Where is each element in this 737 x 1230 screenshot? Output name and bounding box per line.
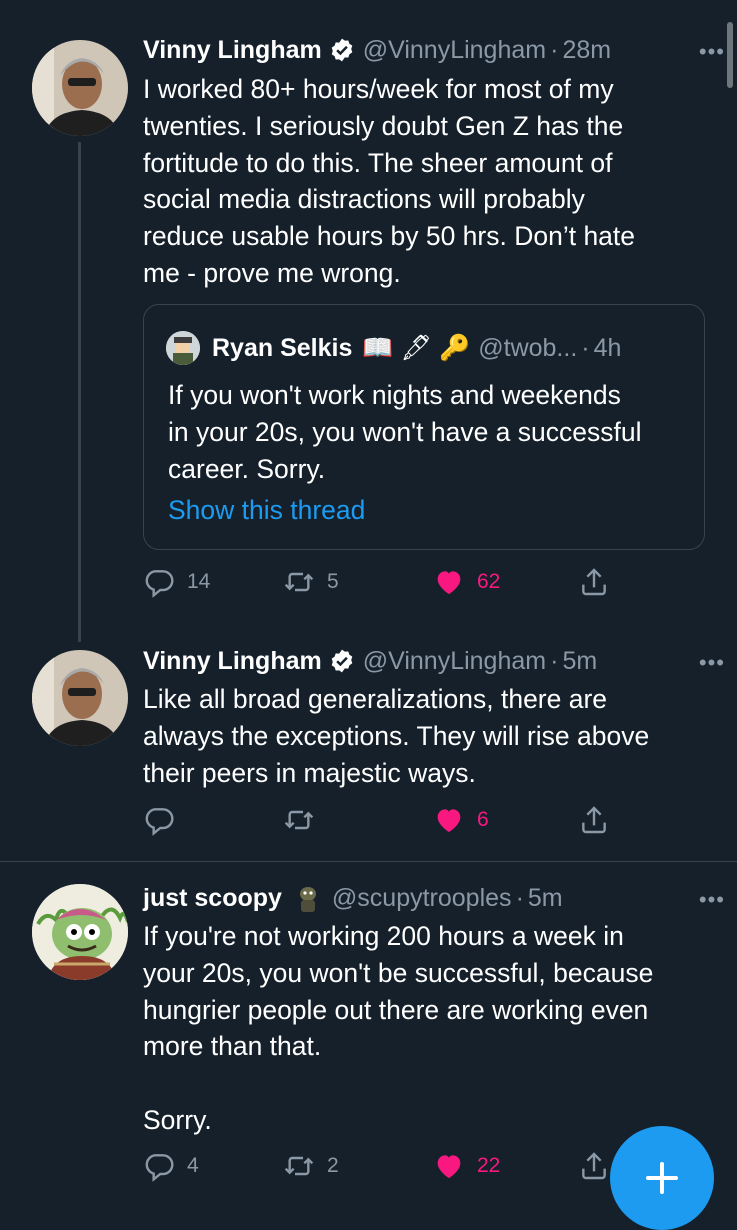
avatar[interactable] — [32, 650, 128, 746]
author-name[interactable]: Vinny Lingham — [143, 36, 322, 65]
tweet-header: Vinny Lingham @VinnyLingham · 5m ••• — [143, 644, 725, 678]
author-name[interactable]: just scoopy — [143, 884, 282, 913]
separator: · — [550, 35, 559, 64]
show-thread-link[interactable]: Show this thread — [168, 495, 365, 526]
verified-badge-icon — [329, 37, 355, 63]
reply-button[interactable] — [143, 800, 187, 840]
author-handle[interactable]: @VinnyLingham — [363, 36, 546, 65]
retweet-icon — [284, 810, 314, 830]
retweet-icon — [284, 1156, 314, 1176]
compose-button[interactable] — [610, 1126, 714, 1230]
share-icon — [582, 806, 606, 834]
tweet-actions: 6 — [143, 800, 623, 840]
heart-icon — [437, 809, 461, 832]
separator: · — [515, 883, 524, 912]
share-icon — [582, 1152, 606, 1180]
heart-icon — [437, 571, 461, 594]
author-name[interactable]: Vinny Lingham — [143, 647, 322, 676]
timestamp[interactable]: 5m — [528, 884, 563, 913]
retweet-icon — [284, 572, 314, 592]
more-icon[interactable]: ••• — [699, 39, 725, 65]
reply-icon — [145, 570, 174, 598]
avatar[interactable] — [32, 884, 128, 980]
separator: · — [581, 333, 590, 362]
quoted-author-name: Ryan Selkis — [212, 333, 353, 362]
tweet-header: Vinny Lingham @VinnyLingham · 28m ••• — [143, 33, 725, 67]
retweet-count: 2 — [327, 1154, 339, 1177]
quoted-author-handle: @twob... — [478, 333, 578, 362]
quoted-avatar — [166, 331, 200, 365]
timestamp[interactable]: 5m — [562, 647, 597, 676]
quoted-author-emoji: 📖 🖋 🔑 — [362, 333, 471, 362]
reply-icon — [145, 1154, 174, 1182]
verified-badge-icon — [329, 648, 355, 674]
reply-icon — [145, 808, 174, 836]
retweet-button[interactable] — [283, 800, 327, 840]
more-icon[interactable]: ••• — [699, 887, 725, 913]
quoted-timestamp: 4h — [593, 333, 622, 362]
tweet[interactable]: Vinny Lingham @VinnyLingham · 5m ••• Lik… — [0, 640, 737, 860]
author-handle[interactable]: @scupytrooples — [332, 884, 512, 913]
like-button[interactable]: 22 — [433, 1146, 500, 1186]
goblin-emoji-icon — [292, 882, 324, 914]
timestamp[interactable]: 28m — [562, 36, 611, 65]
thread-connector — [78, 142, 81, 642]
reply-count: 14 — [187, 570, 211, 593]
tweet-text: Like all broad generalizations, there ar… — [143, 684, 650, 788]
tweet[interactable]: Vinny Lingham @VinnyLingham · 28m ••• I … — [0, 0, 737, 642]
share-button[interactable] — [578, 1146, 610, 1186]
tweet-text: If you're not working 200 hours a week i… — [143, 921, 654, 1135]
separator: · — [550, 646, 559, 675]
retweet-count: 5 — [327, 570, 339, 593]
reply-button[interactable]: 4 — [143, 1146, 199, 1186]
retweet-button[interactable]: 5 — [283, 562, 339, 602]
compose-plus-icon — [646, 1162, 678, 1194]
quoted-tweet-text: If you won't work nights and weekends in… — [168, 380, 642, 484]
tweet-actions: 14 5 62 — [143, 562, 623, 602]
like-button[interactable]: 6 — [433, 800, 489, 840]
share-button[interactable] — [578, 800, 610, 840]
like-count: 6 — [477, 808, 489, 831]
more-icon[interactable]: ••• — [699, 650, 725, 676]
heart-icon — [437, 1155, 461, 1178]
reply-button[interactable]: 14 — [143, 562, 210, 602]
avatar[interactable] — [32, 40, 128, 136]
retweet-button[interactable]: 2 — [283, 1146, 339, 1186]
author-handle[interactable]: @VinnyLingham — [363, 647, 546, 676]
share-button[interactable] — [578, 562, 610, 602]
reply-count: 4 — [187, 1154, 199, 1177]
like-button[interactable]: 62 — [433, 562, 500, 602]
share-icon — [582, 568, 606, 596]
quoted-tweet[interactable]: Ryan Selkis 📖 🖋 🔑 @twob... · 4h If you w… — [143, 304, 705, 550]
tweet-actions: 4 2 22 — [143, 1146, 623, 1186]
like-count: 62 — [477, 570, 501, 593]
tweet-header: just scoopy @scupytrooples · 5m ••• — [143, 881, 725, 915]
tweet-text: I worked 80+ hours/week for most of my t… — [143, 74, 636, 288]
quoted-tweet-header: Ryan Selkis 📖 🖋 🔑 @twob... · 4h — [166, 331, 621, 365]
like-count: 22 — [477, 1154, 501, 1177]
